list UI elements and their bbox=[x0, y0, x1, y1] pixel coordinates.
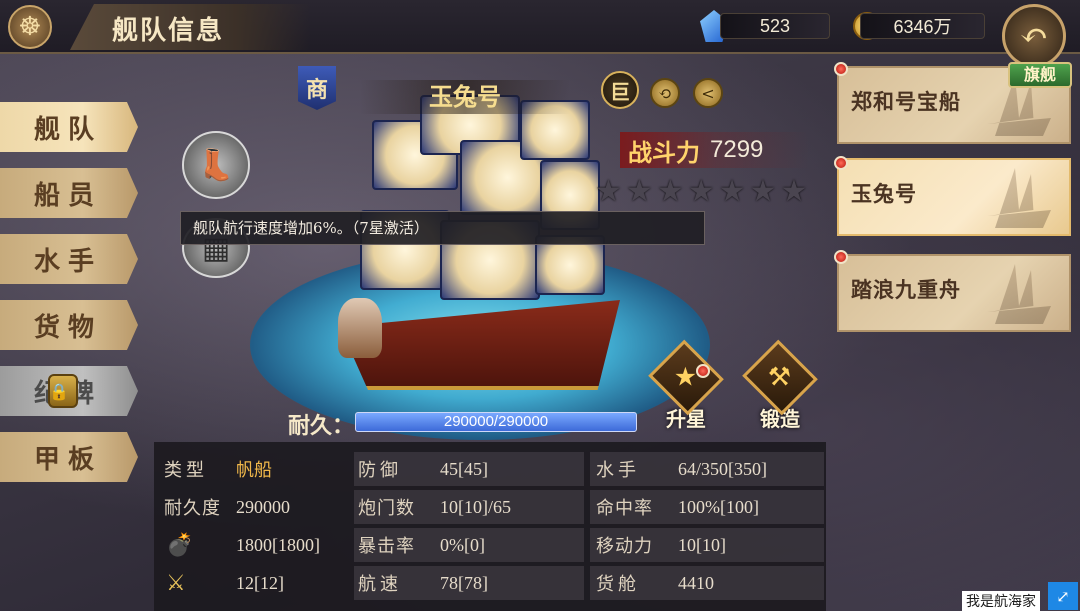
notification-dot bbox=[834, 250, 848, 264]
power-value: 7299 bbox=[710, 136, 764, 163]
stat-value: 78[78] bbox=[440, 572, 488, 593]
stat-value: 10[10]/65 bbox=[440, 496, 511, 517]
nav-label: 舰队 bbox=[34, 114, 103, 145]
ship-wheel-icon[interactable]: ☸ bbox=[8, 5, 52, 49]
star-icon: ★ bbox=[595, 174, 622, 209]
ship-type-text: 商 bbox=[305, 77, 328, 103]
flagship-tag: 旗舰 bbox=[1008, 62, 1072, 88]
back-button[interactable]: ↶ bbox=[1002, 4, 1066, 68]
back-arrow-icon: ↶ bbox=[1019, 16, 1049, 56]
stat-value: 1800[1800] bbox=[236, 534, 320, 555]
stat-key: 防御 bbox=[358, 460, 402, 481]
star-icon: ★ bbox=[749, 174, 777, 209]
nav-item-sailors[interactable]: 水手 bbox=[0, 234, 138, 284]
crossed-swords-icon: ⚔ bbox=[166, 570, 186, 596]
stats-table: 类型 帆船 防御 45[45] 水手 64/350[350] 耐久度 29000… bbox=[154, 442, 826, 611]
star-icon: ★ bbox=[625, 174, 653, 209]
nav-label: 水手 bbox=[34, 246, 103, 277]
nav-label: 甲板 bbox=[34, 444, 103, 475]
nav-item-deck[interactable]: 甲板 bbox=[0, 432, 138, 482]
combat-power: 战斗力 7299 bbox=[620, 132, 810, 168]
durability-bar: 290000/290000 bbox=[355, 412, 637, 432]
star-up-button[interactable]: ★ 升星 bbox=[646, 339, 726, 432]
nav-item-cargo[interactable]: 货物 bbox=[0, 300, 138, 350]
stat-key: 航速 bbox=[358, 574, 402, 595]
nav-label: 船员 bbox=[34, 180, 103, 211]
share-icon[interactable]: < bbox=[693, 78, 723, 108]
star-icon: ★ bbox=[674, 362, 698, 393]
ship-type-badge: 商 bbox=[298, 66, 336, 110]
fleet-ship-card[interactable]: 玉兔号 bbox=[837, 158, 1071, 236]
stat-value: 0%[0] bbox=[440, 534, 485, 555]
notification-dot bbox=[834, 156, 848, 170]
power-label: 战斗力 bbox=[628, 137, 700, 167]
stat-key: 耐久度 bbox=[164, 498, 221, 519]
star-icon: ★ bbox=[656, 174, 684, 209]
stat-value: 10[10] bbox=[678, 534, 726, 555]
durability-label: 耐久： bbox=[288, 413, 355, 439]
stat-value: 4410 bbox=[678, 572, 714, 593]
skill-tooltip: 舰队航行速度增加6%。（7星激活） bbox=[180, 211, 705, 245]
star-icon: ★ bbox=[780, 174, 808, 209]
star-icon: ★ bbox=[687, 174, 715, 209]
stat-value: 64/350[350] bbox=[678, 458, 767, 479]
ship-silhouette-icon bbox=[987, 264, 1051, 324]
stat-key: 水手 bbox=[596, 460, 640, 481]
gem-count: 523 bbox=[720, 13, 830, 39]
stat-key: 暴击率 bbox=[358, 536, 415, 557]
nav-item-locked[interactable]: 纪碑🔒 bbox=[0, 366, 138, 416]
stat-key: 命中率 bbox=[596, 498, 653, 519]
stat-value: 100%[100] bbox=[678, 496, 759, 517]
stat-key: 移动力 bbox=[596, 536, 653, 557]
stat-value: 帆船 bbox=[236, 460, 272, 480]
stat-value: 290000 bbox=[236, 496, 290, 517]
gold-count: 6346万 bbox=[860, 13, 985, 39]
fleet-ship-name: 玉兔号 bbox=[851, 181, 917, 206]
cannon-icon: 💣 bbox=[166, 532, 194, 558]
ship-silhouette-icon bbox=[987, 168, 1051, 228]
fleet-ship-name: 郑和号宝船 bbox=[851, 89, 961, 114]
nav-item-fleet[interactable]: 舰队 bbox=[0, 102, 138, 152]
star-icon: ★ bbox=[718, 174, 746, 209]
forge-button[interactable]: ⚒ 锻造 bbox=[740, 339, 820, 432]
swap-icon[interactable]: ⟲ bbox=[650, 78, 680, 108]
stat-value: 45[45] bbox=[440, 458, 488, 479]
watermark: 我是航海家 bbox=[962, 591, 1040, 611]
lock-icon: 🔒 bbox=[48, 374, 78, 408]
stat-key: 类型 bbox=[164, 460, 208, 481]
stat-value: 12[12] bbox=[236, 572, 284, 593]
nav-label: 货物 bbox=[34, 312, 103, 343]
ship-name: 玉兔号 bbox=[360, 80, 570, 114]
stat-key: 货舱 bbox=[596, 574, 640, 595]
ship-size-text: 巨 bbox=[610, 79, 630, 104]
fleet-ship-card[interactable]: 踏浪九重舟 bbox=[837, 254, 1071, 332]
notification-dot bbox=[834, 62, 848, 76]
nav-item-crew[interactable]: 船员 bbox=[0, 168, 138, 218]
notification-dot bbox=[696, 364, 710, 378]
fleet-ship-name: 踏浪九重舟 bbox=[851, 277, 961, 302]
stat-key: 炮门数 bbox=[358, 498, 415, 519]
anvil-icon: ⚒ bbox=[768, 362, 792, 393]
page-title: 舰队信息 bbox=[112, 16, 225, 46]
ship-size-badge[interactable]: 巨 bbox=[601, 71, 639, 109]
star-rating: ★ ★ ★ ★ ★ ★ ★ bbox=[595, 174, 807, 209]
boot-skill-icon[interactable]: 👢 bbox=[182, 131, 250, 199]
rabbit-figurehead bbox=[338, 298, 382, 358]
expand-icon[interactable]: ⤢ bbox=[1048, 582, 1078, 610]
